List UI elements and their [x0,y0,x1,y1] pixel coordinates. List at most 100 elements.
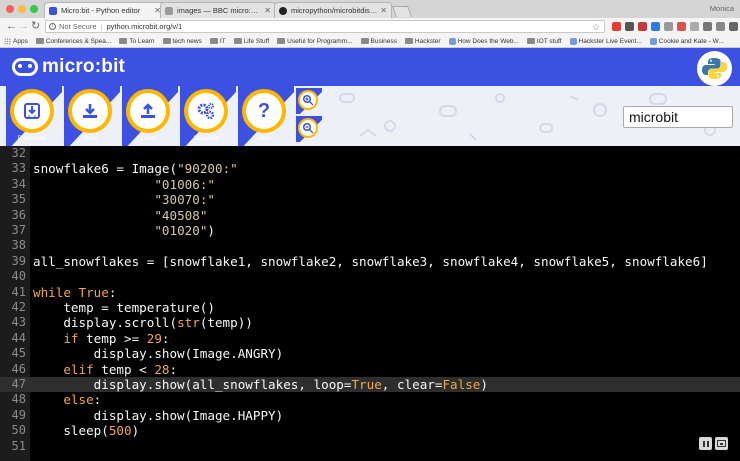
code-token: True [351,377,382,392]
bookmark-item[interactable]: How Does the Web... [448,37,519,45]
close-tab-icon[interactable]: ✕ [264,6,271,15]
extension-icon[interactable] [638,22,647,31]
code-line[interactable]: 34 "01006:" [0,177,740,192]
code-line[interactable]: 47 display.show(all_snowflakes, loop=Tru… [0,377,740,393]
browser-tab-2[interactable]: micropython/microbitdisplay.c ✕ [274,2,392,18]
code-token: display.show(Image.ANGRY) [33,346,284,362]
bookmark-label: Life Stuff [243,37,270,45]
bookmark-star-icon[interactable]: ☆ [592,22,600,33]
bookmark-item[interactable]: Business [360,38,397,45]
bookmark-item[interactable]: Cookie and Kate - W... [649,37,724,45]
close-tab-icon[interactable]: ✕ [380,6,387,15]
fullscreen-button[interactable] [715,437,728,450]
extension-icon[interactable] [716,22,725,31]
load-button[interactable]: Load [122,86,178,146]
new-tab-button[interactable] [391,6,413,17]
code-token: "30070:" [154,192,215,208]
code-line[interactable]: 51 [0,439,740,454]
forward-arrow-icon[interactable]: → [18,20,29,33]
code-line[interactable]: 39 all_snowflakes = [snowflake1, snowflak… [0,254,740,269]
code-editor[interactable]: 32 33 snowflake6 = Image("90200:" 34 "01006… [0,146,740,461]
bookmark-item[interactable]: Conferences & Spea... [35,38,111,45]
download-button[interactable]: Download [6,86,62,146]
help-button[interactable]: ? Help [238,86,294,146]
pause-button[interactable] [699,437,712,450]
maximize-window-icon[interactable] [30,5,38,13]
menu-icon[interactable] [729,22,738,31]
page-favicon-icon [165,6,173,15]
code-text: while True: [33,285,116,300]
script-name-input[interactable]: microbit [623,106,733,128]
code-line[interactable]: 41 while True: [0,285,740,300]
save-button[interactable]: Save [64,86,120,146]
reload-icon[interactable]: ↻ [31,20,40,33]
code-line[interactable]: 36 "40508" [0,208,740,223]
code-line[interactable]: 45 display.show(Image.ANGRY) [0,346,740,361]
extension-icon[interactable] [625,22,634,31]
code-token: : [161,330,170,346]
tab-title: micropython/microbitdisplay.c [291,6,377,15]
code-token: "01020" [154,223,208,238]
download-label: Download [17,135,47,142]
code-line[interactable]: 46 elif temp < 28: [0,362,740,377]
code-text: display.show(Image.ANGRY) [33,346,284,362]
code-line[interactable]: 44 if temp >= 29: [0,331,740,346]
code-token: temp >= [86,330,147,346]
code-line[interactable]: 33 snowflake6 = Image("90200:" [0,161,740,176]
close-window-icon[interactable] [6,5,14,13]
browser-tab-0[interactable]: Micro:bit - Python editor ✕ [44,2,166,18]
snippets-button[interactable]: Snippets [180,86,236,146]
line-number: 39 [11,253,26,268]
bookmark-item[interactable]: IOT stuff [526,38,562,45]
zoom-out-button[interactable] [296,116,322,142]
line-number: 51 [11,438,26,453]
line-number: 47 [11,377,26,391]
extension-icon[interactable] [703,22,712,31]
browser-tab-1[interactable]: images — BBC micro:bit Micr ✕ [160,2,276,18]
apps-grid-icon [4,37,11,45]
bookmark-item[interactable]: Hackster [404,38,441,45]
code-line[interactable]: 38 [0,238,740,253]
zoom-in-button[interactable] [296,88,322,114]
code-line[interactable]: 35 "30070:" [0,192,740,207]
extension-icon[interactable] [612,22,621,31]
bookmark-item[interactable]: To Learn [119,38,155,45]
code-line[interactable]: 37 "01020") [0,223,740,238]
minimize-window-icon[interactable] [18,5,26,13]
microbit-logo[interactable]: micro:bit [12,56,125,78]
bookmark-item[interactable]: Life Stuff [233,37,270,45]
bookmark-label: Useful for Programm... [287,37,353,45]
bookmark-item[interactable]: IT [209,38,226,45]
code-line[interactable]: 40 [0,269,740,284]
bookmark-item[interactable]: Useful for Programm... [277,37,353,45]
info-icon[interactable]: i [49,23,56,30]
code-line[interactable]: 32 [0,146,740,161]
code-line[interactable]: 50 sleep(500) [0,423,740,438]
code-line[interactable]: 42 temp = temperature() [0,300,740,315]
extension-icon[interactable] [690,22,699,31]
code-text: "40508" [33,208,207,223]
extension-icon[interactable] [651,22,660,31]
code-line[interactable]: 48 else: [0,392,740,407]
help-label: Help [257,135,271,142]
url-text[interactable]: python.microbit.org/v/1 [106,22,182,31]
code-line[interactable]: 49 display.show(Image.HAPPY) [0,408,740,423]
bookmark-item[interactable]: Hackster Live Event... [569,37,642,45]
extension-icon[interactable] [677,22,686,31]
tab-title: images — BBC micro:bit Micr [177,6,261,15]
line-number: 40 [11,269,26,284]
folder-icon [404,38,413,44]
bookmark-item[interactable]: tech news [162,38,202,45]
back-arrow-icon[interactable]: ← [6,20,17,33]
address-bar[interactable]: i Not Secure | python.microbit.org/v/1 ☆ [45,20,605,33]
bookmark-item[interactable]: Apps [4,37,28,45]
code-line[interactable]: 43 display.scroll(str(temp)) [0,315,740,330]
extension-icon[interactable] [664,22,673,31]
profile-name[interactable]: Monica [710,4,734,13]
browser-toolbar: ← → ↻ i Not Secure | python.microbit.org… [0,18,740,35]
screen-icon [717,439,726,447]
code-text: else: [33,392,101,407]
code-token: "90200:" [177,161,238,177]
github-favicon-icon [279,6,287,15]
